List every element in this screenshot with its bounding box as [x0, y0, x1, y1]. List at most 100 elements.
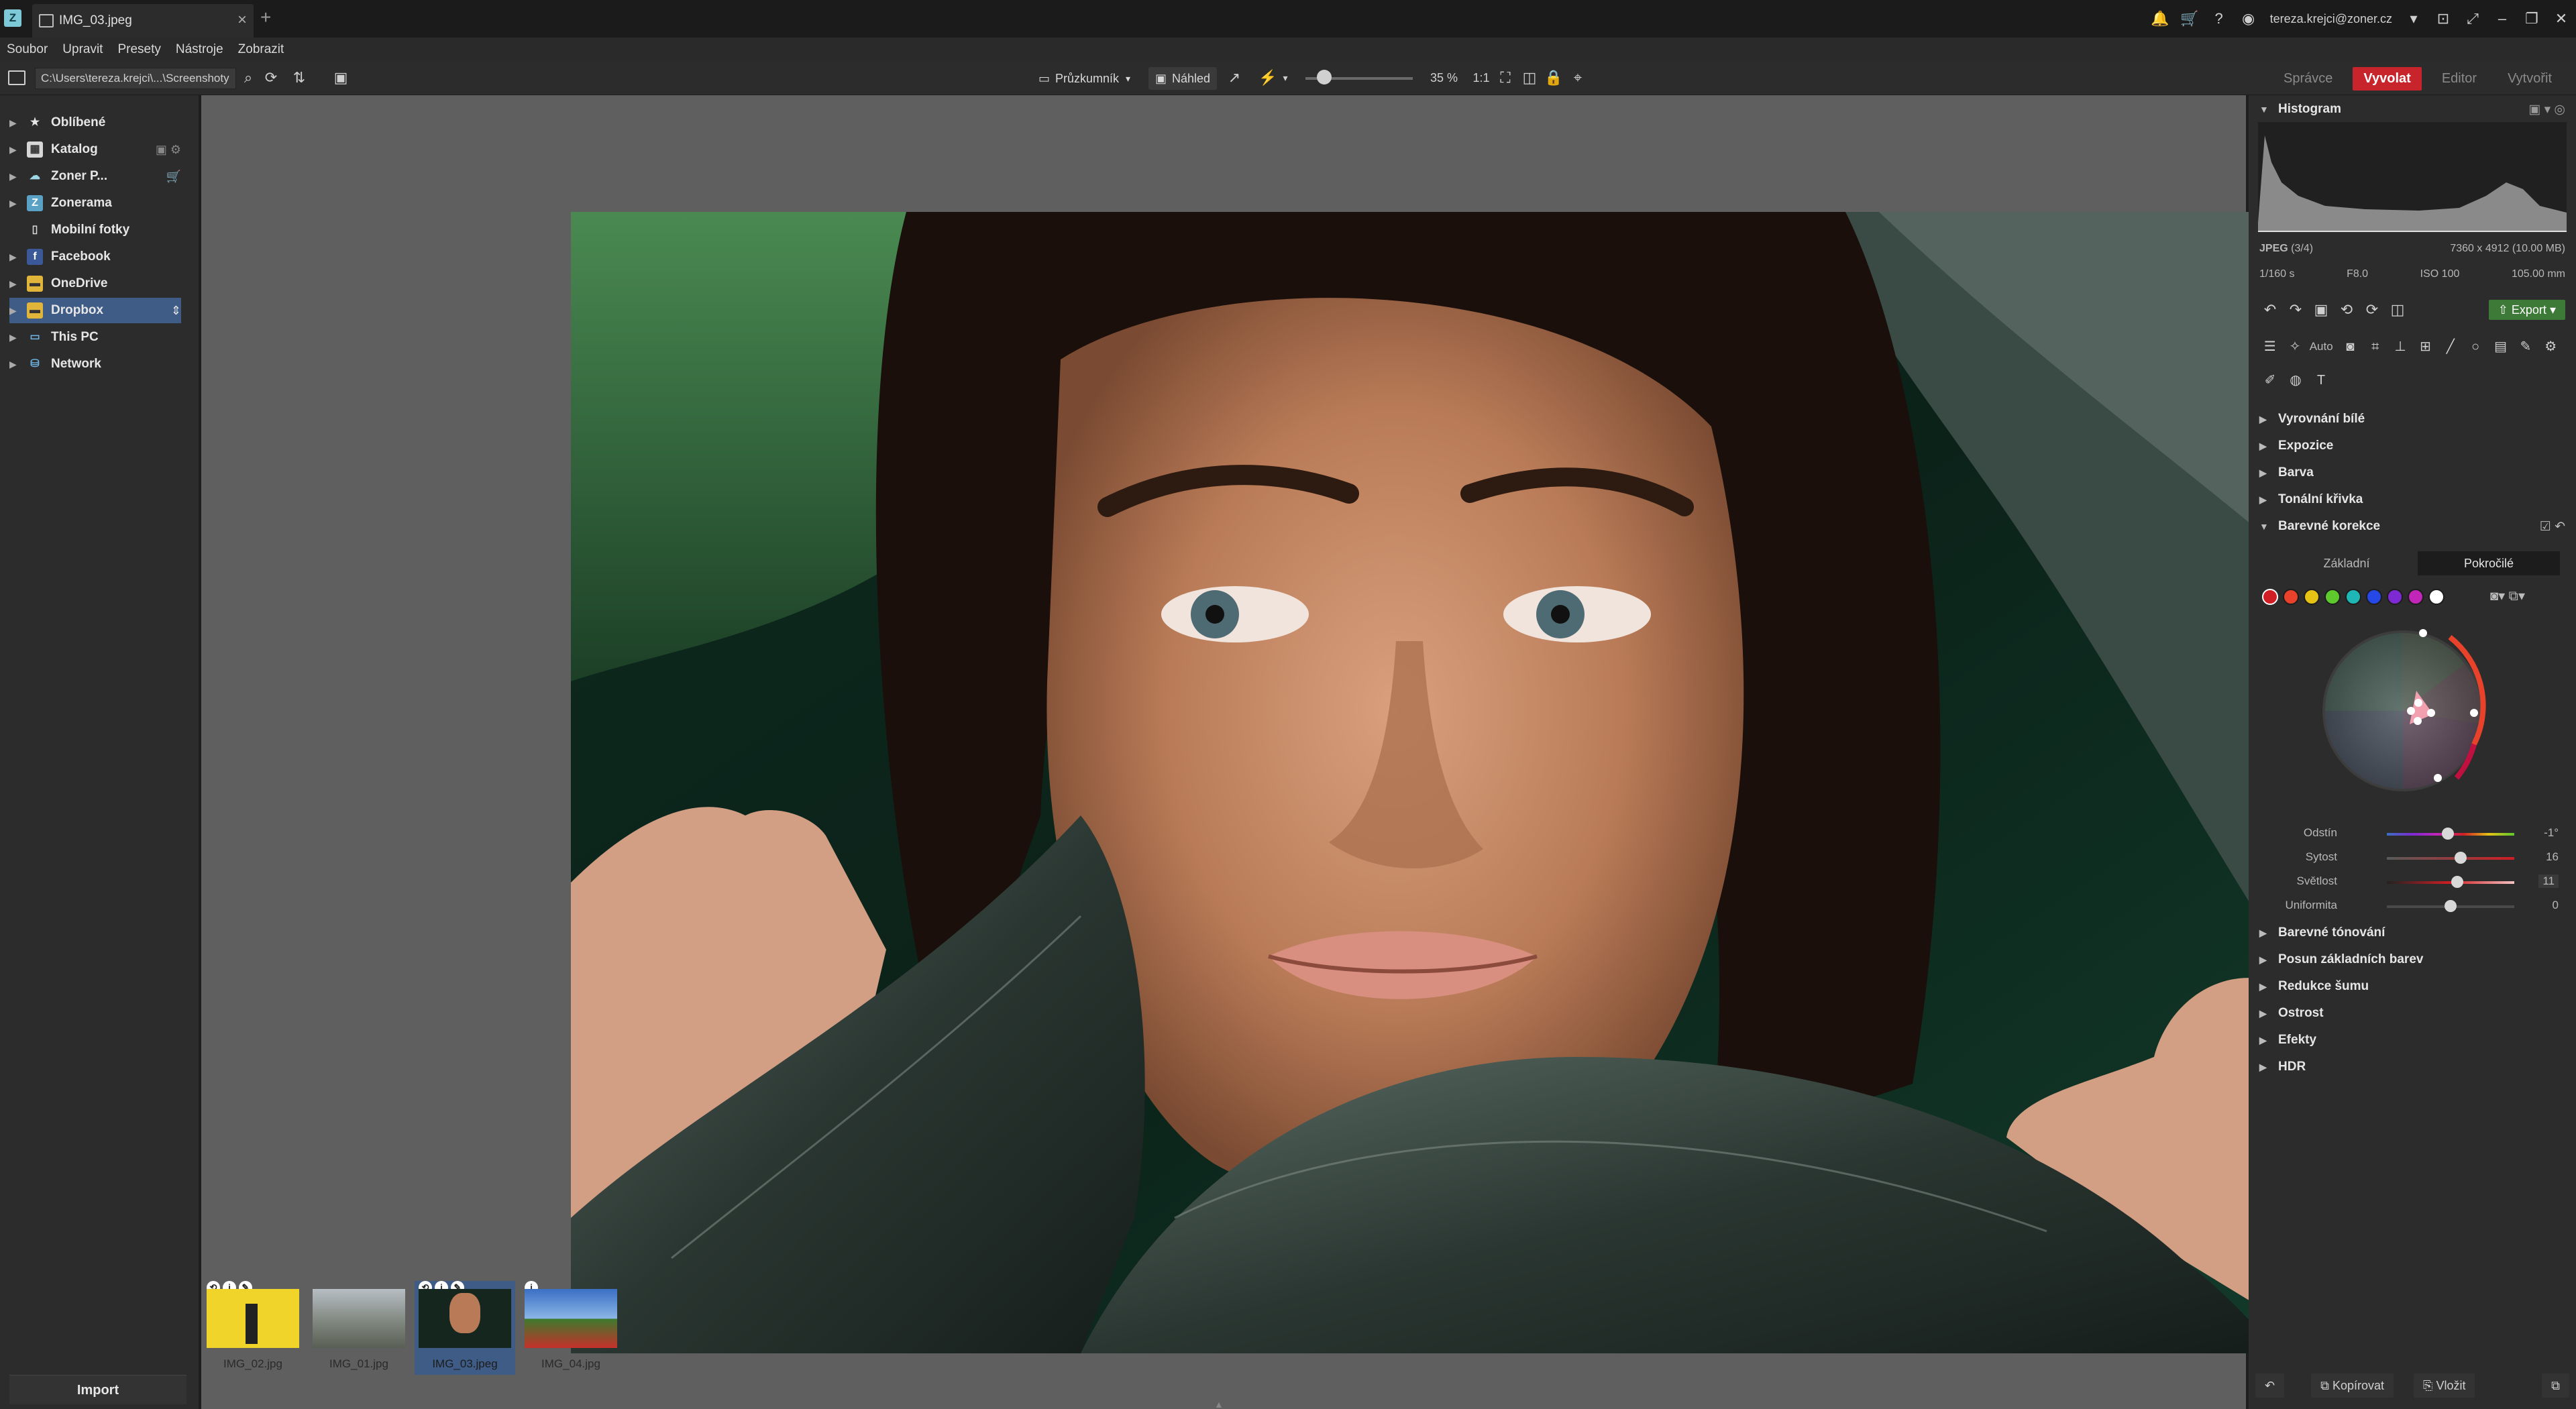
menu-soubor[interactable]: Soubor — [7, 42, 48, 57]
sliders-icon[interactable]: ☰ — [2259, 336, 2280, 357]
image-icon[interactable]: ▣ — [2310, 299, 2332, 321]
thumbnail-img-03[interactable]: ⟲ i ✎ IMG_03.jpeg — [415, 1281, 515, 1375]
color-swatch[interactable] — [2387, 589, 2403, 605]
expand-arrow-icon[interactable]: ▶ — [9, 198, 19, 209]
photo-preview[interactable] — [571, 212, 2279, 1353]
maximize-button[interactable]: ❐ — [2517, 10, 2546, 27]
filmstrip-collapse-icon[interactable]: ▲ — [1214, 1399, 1224, 1409]
compare-icon[interactable]: ◫ — [1520, 68, 1539, 87]
section-tonalni-krivka[interactable]: ▶ Tonální křivka — [2259, 488, 2565, 511]
slider-thumb[interactable] — [2445, 900, 2457, 912]
sort-icon[interactable]: ⇅ — [290, 68, 309, 87]
color-swatch[interactable] — [2366, 589, 2382, 605]
nav-item-mobilni-fotky[interactable]: ▯ Mobilní fotky — [9, 217, 181, 243]
tab-vyvolat[interactable]: Vyvolat — [2353, 66, 2422, 91]
section-barva[interactable]: ▶ Barva — [2259, 461, 2565, 484]
nav-item-zoner[interactable]: ▶ ☁ Zoner P... 🛒 — [9, 164, 181, 189]
auto-label[interactable]: Auto — [2310, 340, 2333, 353]
section-histogram[interactable]: ▼ Histogram ▣ ▾ ◎ — [2259, 98, 2565, 121]
expand-arrow-icon[interactable]: ▶ — [9, 359, 19, 370]
search-icon[interactable]: ⌕ — [239, 68, 258, 87]
batch-icon[interactable]: ⧉ — [2542, 1373, 2569, 1398]
refresh-icon[interactable]: ⟳ — [262, 68, 280, 87]
expand-arrow-icon[interactable]: ▶ — [9, 171, 19, 182]
expand-arrow-icon[interactable]: ▶ — [9, 144, 19, 156]
subtab-pokrocile[interactable]: Pokročilé — [2418, 551, 2560, 575]
nav-item-this-pc[interactable]: ▶ ▭ This PC — [9, 325, 181, 350]
nav-item-onedrive[interactable]: ▶ ▬ OneDrive — [9, 271, 181, 296]
section-barevne-korekce[interactable]: ▼ Barevné korekce ☑ ↶ — [2259, 515, 2565, 538]
slider-svetlost[interactable]: Světlost 11 — [2259, 870, 2565, 893]
menu-zobrazit[interactable]: Zobrazit — [238, 42, 284, 57]
tab-spravce[interactable]: Správce — [2273, 67, 2343, 91]
section-redukce-sumu[interactable]: ▶ Redukce šumu — [2259, 975, 2565, 998]
fit-icon[interactable]: ⛶ — [1496, 68, 1515, 87]
fit-screen-icon[interactable]: ⊡ — [2434, 9, 2453, 28]
expand-arrow-icon[interactable]: ▶ — [9, 278, 19, 290]
color-swatch[interactable] — [2262, 589, 2278, 605]
minimize-button[interactable]: – — [2487, 10, 2517, 27]
zoom-tool-icon[interactable]: ⌖ — [1568, 68, 1587, 87]
new-tab-icon[interactable]: + — [260, 7, 271, 28]
slider-value[interactable]: -1° — [2544, 826, 2559, 840]
slider-value[interactable]: 11 — [2538, 875, 2559, 888]
color-swatch[interactable] — [2408, 589, 2424, 605]
preview-button[interactable]: ▣ Náhled — [1148, 67, 1218, 90]
eyedropper-icon[interactable]: ✐ — [2259, 370, 2281, 391]
menu-upravit[interactable]: Upravit — [62, 42, 103, 57]
nav-item-zonerama[interactable]: ▶ Z Zonerama — [9, 190, 181, 216]
slider-thumb[interactable] — [2455, 852, 2467, 864]
mask-toggle-icon[interactable]: ◙▾ ⧉▾ — [2490, 587, 2525, 604]
add-folder-icon[interactable]: ▣ ⚙ — [156, 143, 181, 157]
expand-arrow-icon[interactable]: ▶ — [9, 251, 19, 263]
paste-settings-button[interactable]: ⎘ Vložit — [2414, 1373, 2475, 1398]
fullscreen-icon[interactable]: ⤢ — [2463, 9, 2482, 28]
nav-item-oblibene[interactable]: ▶ ★ Oblíbené — [9, 110, 181, 135]
section-ostrost[interactable]: ▶ Ostrost — [2259, 1002, 2565, 1025]
crop-icon[interactable]: ⌗ — [2365, 336, 2385, 357]
section-barevne-tonovani[interactable]: ▶ Barevné tónování — [2259, 921, 2565, 944]
explorer-button[interactable]: ▭ Průzkumník ▾ — [1038, 67, 1130, 90]
expand-arrow-icon[interactable]: ▶ — [9, 332, 19, 343]
menu-presety[interactable]: Presety — [117, 42, 160, 57]
nav-item-dropbox[interactable]: ▶ ▬ Dropbox ⇕ — [9, 298, 181, 323]
camera-icon[interactable]: ◙ — [2340, 336, 2361, 357]
chevron-down-icon[interactable]: ▾ — [2404, 9, 2423, 28]
perspective-icon[interactable]: ⊥ — [2390, 336, 2410, 357]
external-open-icon[interactable]: ↗ — [1225, 68, 1244, 87]
color-swatch[interactable] — [2345, 589, 2361, 605]
expand-arrow-icon[interactable]: ▶ — [9, 305, 19, 317]
effects-icon[interactable]: ⚡ — [1258, 68, 1277, 87]
pen-icon[interactable]: ✎ — [2515, 336, 2536, 357]
cart-icon[interactable]: 🛒 — [2180, 9, 2199, 28]
user-icon[interactable]: ◉ — [2239, 9, 2258, 28]
radial-filter-icon[interactable]: ○ — [2465, 336, 2486, 357]
color-swatch[interactable] — [2304, 589, 2320, 605]
gradient-filter-icon[interactable]: ▤ — [2490, 336, 2511, 357]
compare-icon[interactable]: ◫ — [2387, 299, 2408, 321]
actual-size-icon[interactable]: 1:1 — [1472, 68, 1491, 87]
thumbnail-img-02[interactable]: ⟲ i ✎ IMG_02.jpg — [203, 1281, 303, 1375]
color-swatch[interactable] — [2428, 589, 2445, 605]
thumbnail-img-04[interactable]: i IMG_04.jpg — [521, 1281, 621, 1375]
reset-button[interactable]: ↶ — [2255, 1373, 2285, 1398]
text-icon[interactable]: T — [2310, 370, 2332, 391]
slider-sytost[interactable]: Sytost 16 — [2259, 846, 2565, 869]
redo-icon[interactable]: ↷ — [2285, 299, 2306, 321]
slider-track[interactable] — [2387, 857, 2514, 860]
nav-item-katalog[interactable]: ▶ ▦ Katalog ▣ ⚙ — [9, 137, 181, 162]
section-vyrovnani-bile[interactable]: ▶ Vyrovnání bílé — [2259, 408, 2565, 431]
document-tab[interactable]: IMG_03.jpeg × — [32, 4, 254, 38]
section-expozice[interactable]: ▶ Expozice — [2259, 435, 2565, 457]
subtab-zakladni[interactable]: Základní — [2275, 551, 2418, 575]
photo-view[interactable] — [201, 95, 2279, 1409]
copy-settings-button[interactable]: ⧉ Kopírovat — [2311, 1373, 2394, 1398]
import-button[interactable]: Import — [9, 1375, 186, 1404]
reorder-icon[interactable]: ⇕ — [171, 304, 181, 318]
new-folder-icon[interactable]: ▣ — [331, 68, 350, 87]
histogram-options-icon[interactable]: ▣ ▾ ◎ — [2528, 102, 2565, 117]
section-hdr[interactable]: ▶ HDR — [2259, 1056, 2565, 1078]
cart-icon[interactable]: 🛒 — [166, 170, 181, 184]
lens-icon[interactable]: ⊞ — [2415, 336, 2436, 357]
menu-nastroje[interactable]: Nástroje — [176, 42, 223, 57]
